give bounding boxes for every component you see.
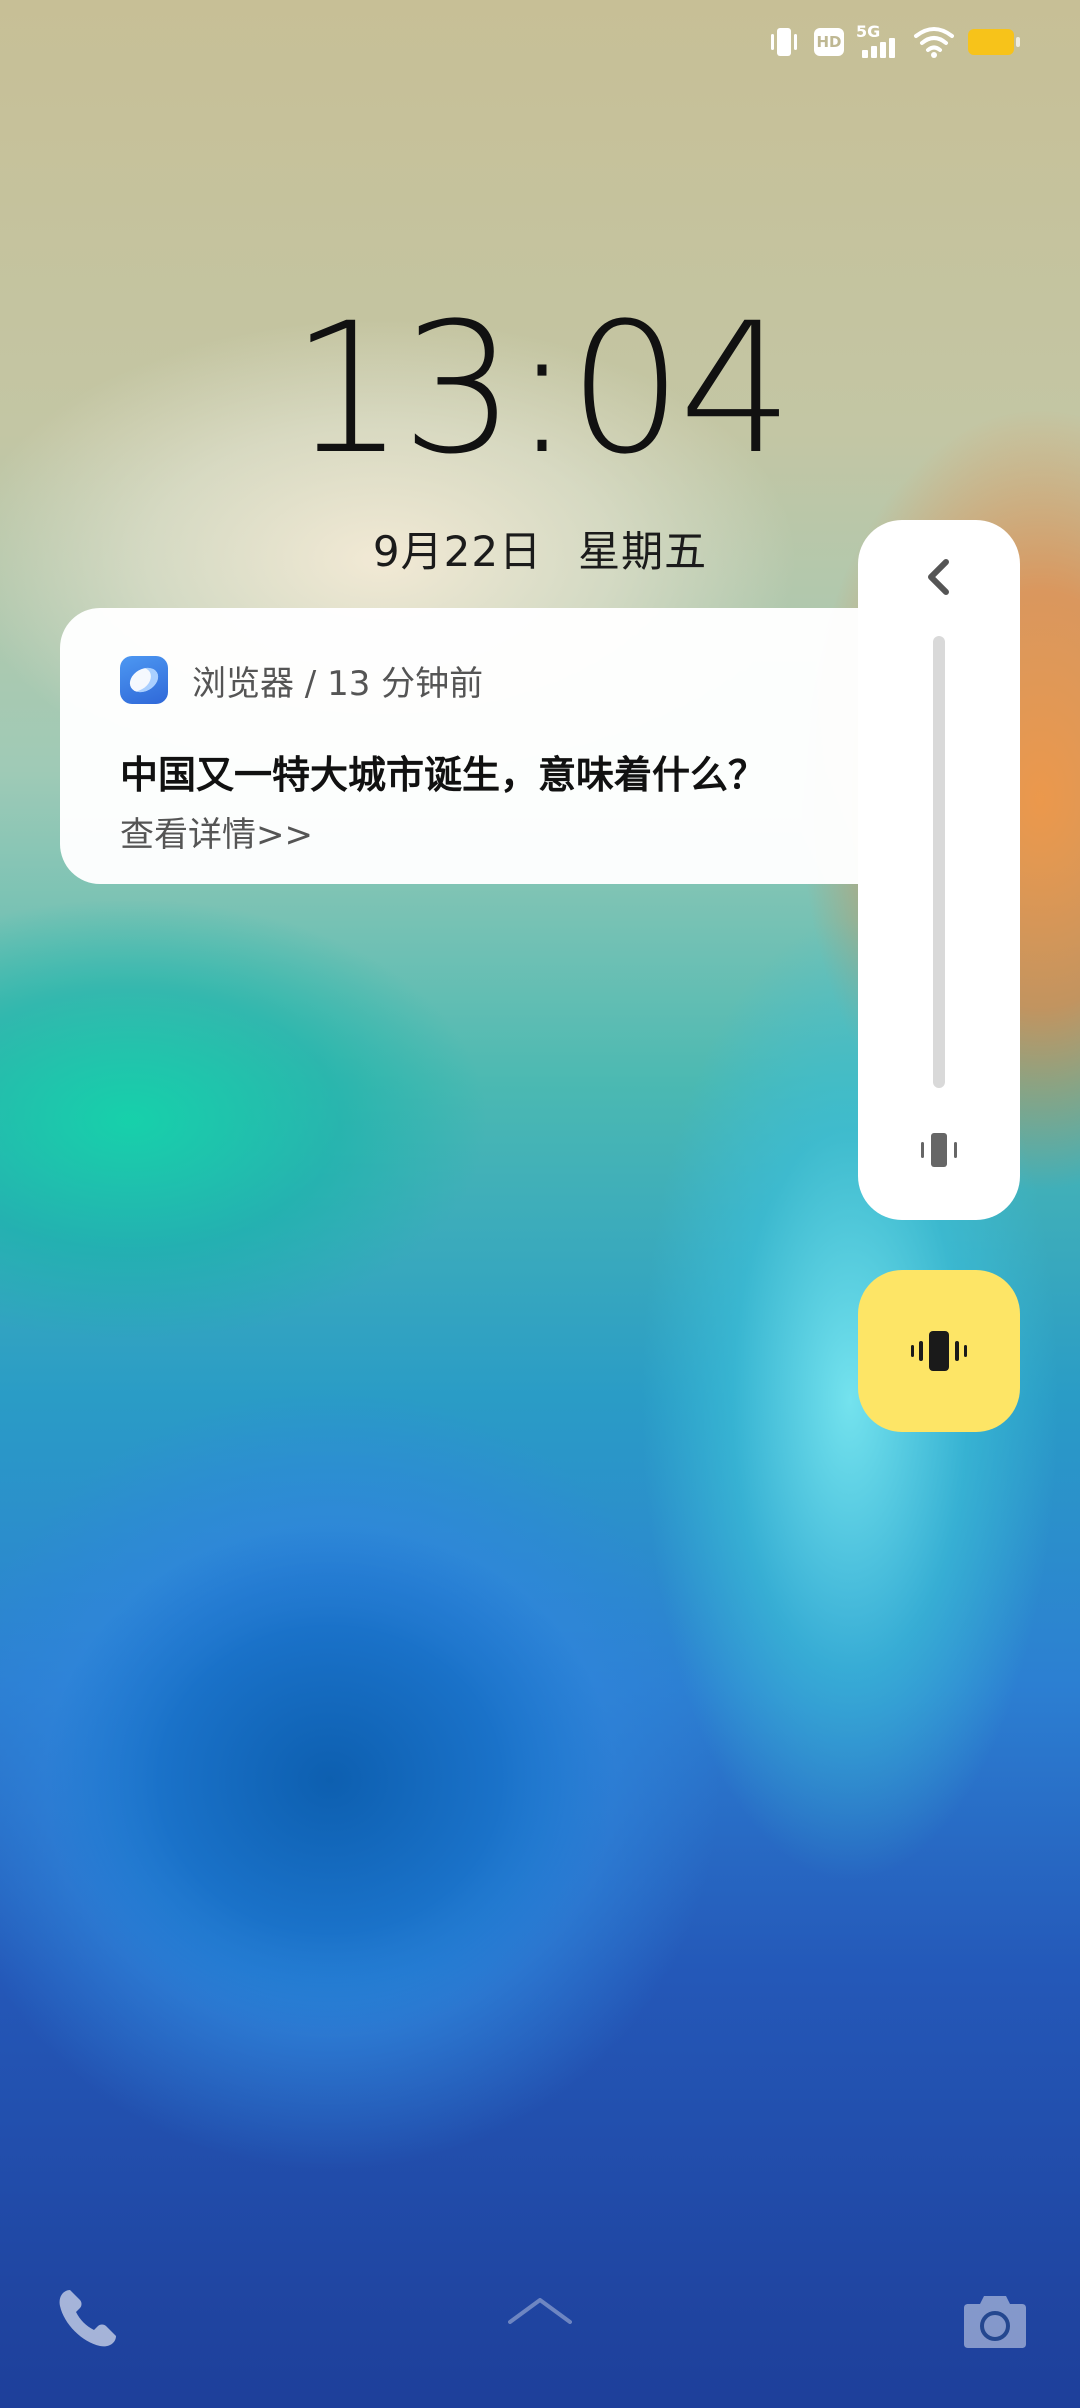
status-bar: HD 5G xyxy=(766,22,1020,62)
wifi-icon xyxy=(914,27,954,58)
lockscreen-clock: 13:04 xyxy=(290,285,794,494)
hd-label: HD xyxy=(816,33,842,51)
hd-icon: HD xyxy=(814,28,844,56)
notification-meta: 浏览器 / 13 分钟前 xyxy=(192,663,484,704)
network-label: 5G xyxy=(856,22,881,41)
chevron-left-icon[interactable] xyxy=(914,552,964,602)
vibrate-icon xyxy=(771,28,797,56)
volume-panel xyxy=(858,520,1020,1220)
vibrate-icon xyxy=(911,1331,967,1371)
camera-icon[interactable] xyxy=(962,2290,1028,2350)
battery-icon xyxy=(968,29,1020,55)
volume-slider[interactable] xyxy=(933,636,945,1088)
notification-card[interactable]: 浏览器 / 13 分钟前 中国又一特大城市诞生，意味着什么？ 查看详情>> xyxy=(60,608,960,884)
swipe-up-chevron-icon xyxy=(508,2298,572,2324)
phone-icon[interactable] xyxy=(52,2284,122,2354)
vibrate-icon xyxy=(921,1133,957,1167)
browser-icon xyxy=(120,656,168,704)
notification-title: 中国又一特大城市诞生，意味着什么？ xyxy=(120,753,767,797)
signal-5g-icon: 5G xyxy=(856,22,900,60)
notification-header: 浏览器 / 13 分钟前 xyxy=(120,656,960,704)
weekday-text: 星期五 xyxy=(578,527,708,576)
date-text: 9月22日 xyxy=(372,527,543,576)
vibrate-mode-button[interactable] xyxy=(858,1270,1020,1432)
notification-details-link[interactable]: 查看详情>> xyxy=(120,807,960,856)
